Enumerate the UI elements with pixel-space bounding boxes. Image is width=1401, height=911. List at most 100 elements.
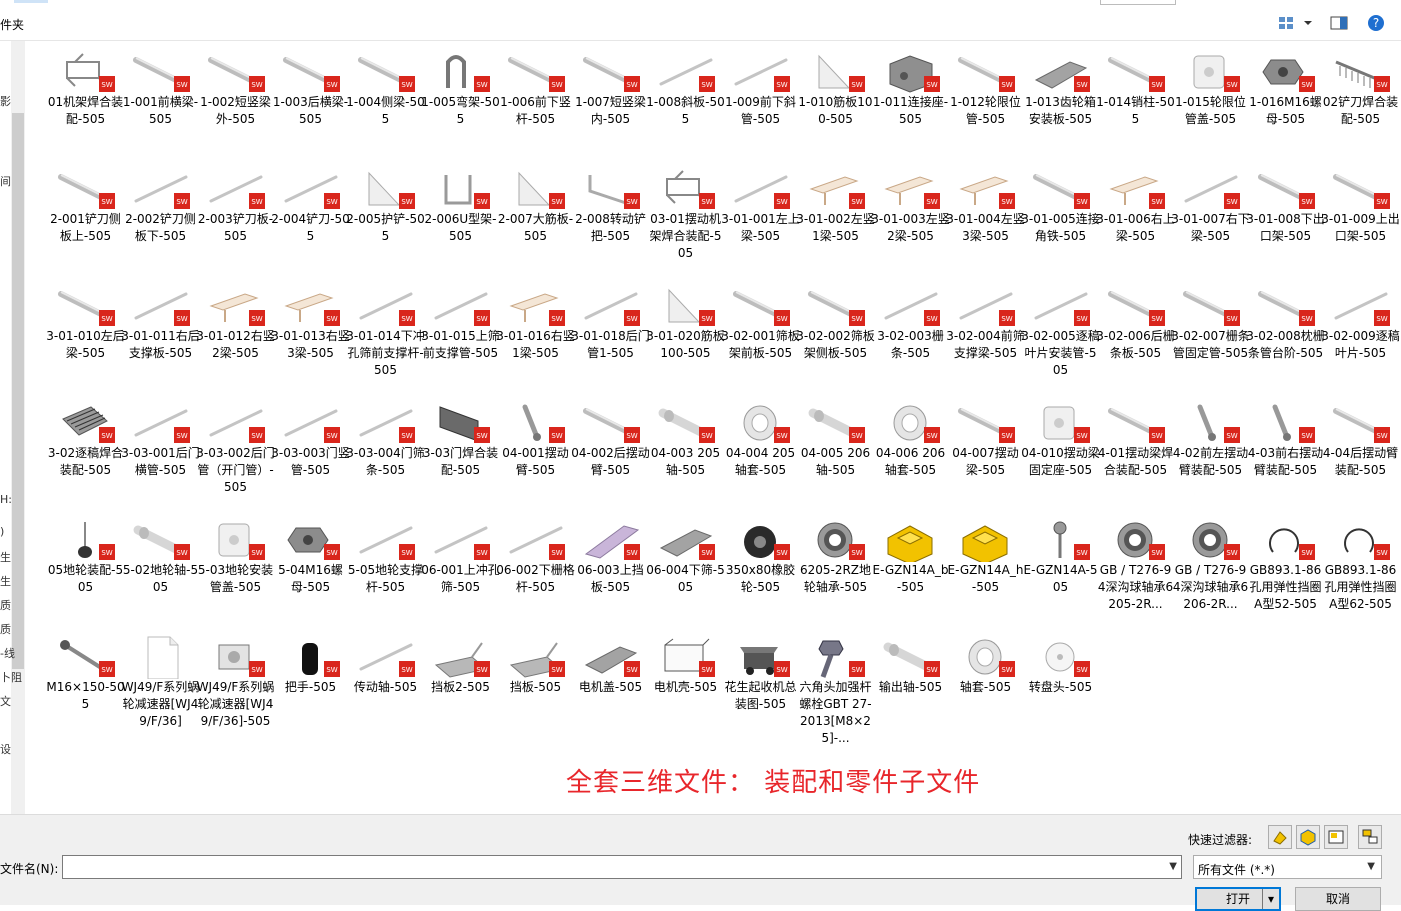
file-item[interactable]: SW 4-04后摆动臂装配-505: [1323, 397, 1398, 515]
file-item[interactable]: SW 3-01-020筋板100-505: [646, 280, 725, 398]
file-item[interactable]: SW 5-03地轮安装管盖-505: [198, 514, 273, 632]
file-item[interactable]: SW 2-006U型架-505: [423, 163, 498, 281]
file-item[interactable]: SW 04-003 205轴-505: [648, 397, 723, 515]
file-item[interactable]: SW 1-006前下竖杆-505: [498, 46, 573, 164]
file-item[interactable]: SW 04-001摆动臂-505: [498, 397, 573, 515]
nav-item-fragment[interactable]: 质: [0, 597, 11, 613]
file-item[interactable]: SW GB893.1-86孔用弹性挡圈A型62-505: [1323, 514, 1398, 632]
file-item[interactable]: SW 2-001铲刀侧板上-505: [48, 163, 123, 281]
file-item[interactable]: SW 3-01-005连接角铁-505: [1021, 163, 1100, 281]
file-item[interactable]: SW 2-003铲刀板-505: [198, 163, 273, 281]
file-item[interactable]: SW 04-006 206轴套-505: [873, 397, 948, 515]
file-item[interactable]: SW 3-02-001筛板架前板-505: [721, 280, 800, 398]
file-item[interactable]: SW 3-01-009上出口架-505: [1321, 163, 1400, 281]
nav-scroll-thumb[interactable]: [12, 113, 24, 669]
nav-item-fragment[interactable]: 间: [0, 173, 11, 189]
file-item[interactable]: SW GB / T276-94深沟球轴承6206-2R...: [1173, 514, 1248, 632]
chevron-down-icon[interactable]: [1297, 13, 1319, 33]
file-item[interactable]: SW 3-02-009逐稿叶片-505: [1321, 280, 1400, 398]
address-bar-edge[interactable]: [14, 0, 48, 3]
file-item[interactable]: SW 3-02-003栅条-505: [873, 280, 948, 398]
nav-item-fragment[interactable]: 卜阻: [0, 669, 22, 685]
filename-input[interactable]: ▼: [62, 855, 1182, 879]
file-item[interactable]: E-GZN14A_h-505: [948, 514, 1023, 632]
file-item[interactable]: SW 1-016M16螺母-505: [1248, 46, 1323, 164]
file-item[interactable]: SW 3-01-015上筛前支撑管-505: [421, 280, 500, 398]
file-item[interactable]: SW 3-01-012右竖2梁-505: [196, 280, 275, 398]
file-item[interactable]: WJ49/F系列蜗轮减速器[WJ49/F/36]: [122, 631, 199, 749]
file-item[interactable]: SW 06-003上挡板-505: [573, 514, 648, 632]
file-item[interactable]: SW 1-003后横梁-505: [273, 46, 348, 164]
file-item[interactable]: SW 3-02-004前筛支撑梁-505: [946, 280, 1025, 398]
file-item[interactable]: SW 3-01-013右竖3梁-505: [271, 280, 350, 398]
file-item[interactable]: SW 花生起收机总装图-505: [723, 631, 798, 749]
chevron-down-icon[interactable]: ▼: [1367, 861, 1375, 872]
file-item[interactable]: SW 3-03-002后门管（开门管）-505: [196, 397, 275, 515]
file-item[interactable]: SW 3-02逐稿焊合装配-505: [48, 397, 123, 515]
cancel-button[interactable]: 取消: [1295, 887, 1381, 911]
file-item[interactable]: SW 3-01-001左上梁-505: [721, 163, 800, 281]
file-item[interactable]: SW 3-01-003左竖2梁-505: [871, 163, 950, 281]
file-item[interactable]: SW 1-004侧梁-505: [346, 46, 425, 164]
nav-item-fragment[interactable]: -线: [0, 645, 15, 661]
file-item[interactable]: SW 1-015轮限位管盖-505: [1173, 46, 1248, 164]
file-item[interactable]: SW M16×150-505: [46, 631, 125, 749]
file-item[interactable]: SW 04-005 206轴-505: [798, 397, 873, 515]
file-item[interactable]: SW 5-02地轮轴-505: [123, 514, 198, 632]
file-item[interactable]: SW 把手-505: [273, 631, 348, 749]
file-item[interactable]: SW 1-009前下斜管-505: [723, 46, 798, 164]
file-item[interactable]: SW WJ49/F系列蜗轮减速器[WJ49/F/36]-505: [197, 631, 274, 749]
file-item[interactable]: SW 2-008转动铲把-505: [573, 163, 648, 281]
nav-item-fragment[interactable]: 生: [0, 549, 11, 565]
file-item[interactable]: SW 3-01-004左竖3梁-505: [946, 163, 1025, 281]
file-item[interactable]: SW 4-02前左摆动臂装配-505: [1173, 397, 1248, 515]
nav-item-fragment[interactable]: ): [0, 525, 4, 538]
file-item[interactable]: SW 1-010筋板100-505: [798, 46, 873, 164]
nav-item-fragment[interactable]: 设: [0, 741, 11, 757]
file-item[interactable]: SW 1-008斜板-505: [646, 46, 725, 164]
file-item[interactable]: SW GB893.1-86孔用弹性挡圈A型52-505: [1248, 514, 1323, 632]
file-item[interactable]: SW 5-05地轮支撑杆-505: [348, 514, 423, 632]
file-item[interactable]: SW GB / T276-94深沟球轴承6205-2R...: [1098, 514, 1173, 632]
file-item[interactable]: SW 4-01摆动梁焊合装配-505: [1098, 397, 1173, 515]
filter-drawings-icon[interactable]: [1324, 825, 1348, 849]
file-item[interactable]: SW 输出轴-505: [873, 631, 948, 749]
search-box-edge[interactable]: [1100, 0, 1176, 5]
nav-item-fragment[interactable]: 文: [0, 693, 11, 709]
file-item[interactable]: SW 3-01-011右后支撑板-505: [121, 280, 200, 398]
file-item[interactable]: SW 3-03-001后门横管-505: [121, 397, 200, 515]
nav-item-fragment[interactable]: 影: [0, 93, 11, 109]
file-item[interactable]: SW 1-005弯架-505: [421, 46, 500, 164]
file-item[interactable]: SW 六角头加强杆螺栓GBT 27-2013[M8×25]-...: [798, 631, 873, 749]
file-item[interactable]: SW 1-014销柱-505: [1096, 46, 1175, 164]
file-item[interactable]: SW 04-010摆动梁固定座-505: [1021, 397, 1100, 515]
file-item[interactable]: SW 1-012轮限位管-505: [948, 46, 1023, 164]
file-item[interactable]: SW 04-002后摆动臂-505: [571, 397, 650, 515]
preview-pane-icon[interactable]: [1328, 13, 1350, 33]
nav-item-fragment[interactable]: H:: [0, 493, 12, 506]
file-item[interactable]: SW 03-01摆动机架焊合装配-505: [648, 163, 723, 281]
file-item[interactable]: SW 转盘头-505: [1023, 631, 1098, 749]
file-item[interactable]: SW 05地轮装配-505: [48, 514, 123, 632]
file-item[interactable]: SW 5-04M16螺母-505: [273, 514, 348, 632]
file-item[interactable]: SW 3-02-006后栅条板-505: [1096, 280, 1175, 398]
file-item[interactable]: SW 1-011连接座-505: [873, 46, 948, 164]
file-item[interactable]: SW 3-01-007右下梁-505: [1171, 163, 1250, 281]
file-item[interactable]: SW 3-03门焊合装配-505: [423, 397, 498, 515]
file-item[interactable]: SW 06-004下筛-505: [646, 514, 725, 632]
file-item[interactable]: SW 350x80橡胶轮-505: [723, 514, 798, 632]
file-item[interactable]: SW 3-01-018后门管1-505: [571, 280, 650, 398]
file-item[interactable]: SW 06-002下栅格杆-505: [496, 514, 575, 632]
file-item[interactable]: SW 3-02-007栅条管固定管-505: [1171, 280, 1250, 398]
file-item[interactable]: SW 3-02-002筛板架侧板-505: [796, 280, 875, 398]
file-item[interactable]: SW 1-001前横梁-505: [123, 46, 198, 164]
file-item[interactable]: SW 1-007短竖梁内-505: [573, 46, 648, 164]
chevron-down-icon[interactable]: ▼: [1169, 861, 1177, 872]
open-options-dropdown[interactable]: ▾: [1262, 889, 1279, 909]
file-item[interactable]: SW 3-01-008下出口架-505: [1246, 163, 1325, 281]
view-mode-icon[interactable]: [1275, 13, 1297, 33]
file-item[interactable]: SW 3-01-010左后梁-505: [46, 280, 125, 398]
filetype-value[interactable]: 所有文件 (*.*): [1198, 863, 1275, 877]
file-item[interactable]: SW 挡板-505: [498, 631, 573, 749]
file-item[interactable]: SW 04-004 205轴套-505: [723, 397, 798, 515]
